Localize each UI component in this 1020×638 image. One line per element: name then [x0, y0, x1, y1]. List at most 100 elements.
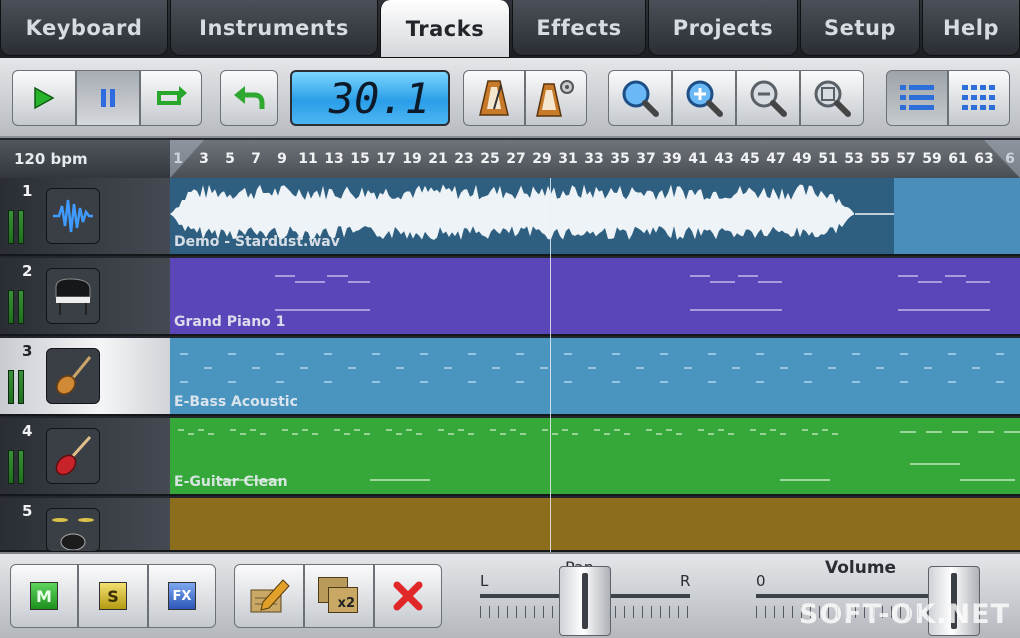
- track-name: E-Bass Acoustic: [174, 394, 298, 410]
- pause-icon: [101, 89, 115, 107]
- transport-toolbar: 30.1: [0, 58, 1020, 138]
- instrument-button[interactable]: [46, 428, 100, 484]
- bar-number: 5: [225, 151, 235, 167]
- duplicate-button[interactable]: x2: [304, 564, 374, 628]
- mute-label: M: [30, 582, 58, 610]
- level-meter: [18, 210, 24, 244]
- level-meter: [8, 210, 14, 244]
- bar-number: 55: [870, 151, 890, 167]
- solo-button[interactable]: S: [78, 564, 148, 628]
- pan-right-label: R: [680, 572, 691, 590]
- zoom-fit-button[interactable]: [800, 70, 864, 126]
- list-view-button[interactable]: [886, 70, 948, 126]
- bar-number: 15: [350, 151, 370, 167]
- level-meter: [18, 450, 24, 484]
- loop-button[interactable]: [140, 70, 202, 126]
- zoom-in-button[interactable]: [672, 70, 736, 126]
- volume-title: Volume: [825, 558, 897, 578]
- bar-number: 19: [402, 151, 422, 167]
- bar-number: 23: [454, 151, 474, 167]
- playhead[interactable]: [550, 178, 551, 552]
- fx-button[interactable]: FX: [148, 564, 216, 628]
- tab-effects[interactable]: Effects: [512, 0, 646, 56]
- bar-number: 53: [844, 151, 864, 167]
- track-name: Demo - Stardust.wav: [174, 234, 340, 250]
- instrument-button[interactable]: [46, 188, 100, 244]
- zoom-out-button[interactable]: [736, 70, 800, 126]
- bar-numbers[interactable]: 1357911131517192123252729313335373941434…: [170, 140, 1020, 178]
- tab-projects[interactable]: Projects: [648, 0, 798, 56]
- track-row: 3 E-Bass Acoustic: [0, 338, 1020, 418]
- grand-piano-icon: [55, 278, 91, 315]
- track-number: 1: [22, 182, 33, 200]
- track-lane[interactable]: E-Bass Acoustic: [170, 338, 1020, 416]
- tab-help[interactable]: Help: [922, 0, 1020, 56]
- tab-tracks[interactable]: Tracks: [380, 0, 510, 58]
- tab-keyboard[interactable]: Keyboard: [0, 0, 168, 56]
- bar-number: 43: [714, 151, 734, 167]
- track-lane[interactable]: [170, 498, 1020, 552]
- undo-button[interactable]: [220, 70, 278, 126]
- bar-number: 25: [480, 151, 500, 167]
- bar-number: 29: [532, 151, 552, 167]
- play-icon: [34, 86, 55, 110]
- bar-number: 45: [740, 151, 760, 167]
- bar-number: 37: [636, 151, 656, 167]
- pause-button[interactable]: [76, 70, 140, 126]
- pan-left-label: L: [480, 572, 489, 590]
- edit-button[interactable]: [234, 564, 304, 628]
- track-number: 3: [22, 342, 33, 360]
- zoom-icon: [622, 80, 659, 117]
- instrument-button[interactable]: [46, 348, 100, 404]
- metronome-settings-button[interactable]: [525, 70, 587, 126]
- track-header[interactable]: 1: [0, 178, 170, 256]
- position-display: 30.1: [290, 70, 450, 126]
- drum-kit-icon: [52, 518, 94, 550]
- metronome-settings-icon: [536, 80, 574, 117]
- timeline-ruler[interactable]: 120 bpm 13579111315171921232527293133353…: [0, 140, 1020, 178]
- bar-number: 63: [974, 151, 994, 167]
- play-button[interactable]: [12, 70, 76, 126]
- bar-number: 3: [199, 151, 209, 167]
- mute-button[interactable]: M: [10, 564, 78, 628]
- pan-slider-knob[interactable]: [559, 566, 611, 636]
- track-number: 2: [22, 262, 33, 280]
- fx-label: FX: [168, 582, 196, 610]
- track-name: E-Guitar Clean: [174, 474, 288, 490]
- track-header[interactable]: 2: [0, 258, 170, 336]
- grid-view-button[interactable]: [948, 70, 1010, 126]
- track-lane[interactable]: Grand Piano 1: [170, 258, 1020, 336]
- midi-notes: [178, 429, 1020, 481]
- track-lane[interactable]: Demo - Stardust.wav: [170, 178, 1020, 256]
- bar-number: 33: [584, 151, 604, 167]
- electric-guitar-icon: [55, 435, 92, 476]
- volume-min-label: 0: [756, 572, 766, 590]
- tab-instruments[interactable]: Instruments: [170, 0, 378, 56]
- bar-number: 21: [428, 151, 448, 167]
- bar-number: 51: [818, 151, 838, 167]
- track-header[interactable]: 3: [0, 338, 170, 416]
- duplicate-label: x2: [328, 587, 358, 613]
- track-header[interactable]: 5: [0, 498, 170, 552]
- bar-number: 61: [948, 151, 968, 167]
- bar-number: 39: [662, 151, 682, 167]
- track-row: 5: [0, 498, 1020, 552]
- instrument-button[interactable]: [46, 268, 100, 324]
- duplicate-icon: x2: [318, 577, 360, 615]
- pencil-icon: [250, 579, 290, 613]
- delete-button[interactable]: [374, 564, 442, 628]
- audio-waveform-icon: [53, 199, 93, 233]
- track-row: 1 Demo - Stardust.wav: [0, 178, 1020, 258]
- track-header[interactable]: 4: [0, 418, 170, 496]
- track-lane[interactable]: E-Guitar Clean: [170, 418, 1020, 496]
- bar-number: 9: [277, 151, 287, 167]
- undo-icon: [234, 86, 265, 109]
- metronome-button[interactable]: [463, 70, 525, 126]
- instrument-button[interactable]: [46, 508, 100, 552]
- grid-view-icon: [962, 85, 995, 110]
- tab-setup[interactable]: Setup: [800, 0, 920, 56]
- zoom-button[interactable]: [608, 70, 672, 126]
- solo-label: S: [99, 582, 127, 610]
- main-tabs: Keyboard Instruments Tracks Effects Proj…: [0, 0, 1020, 58]
- track-number: 5: [22, 502, 33, 520]
